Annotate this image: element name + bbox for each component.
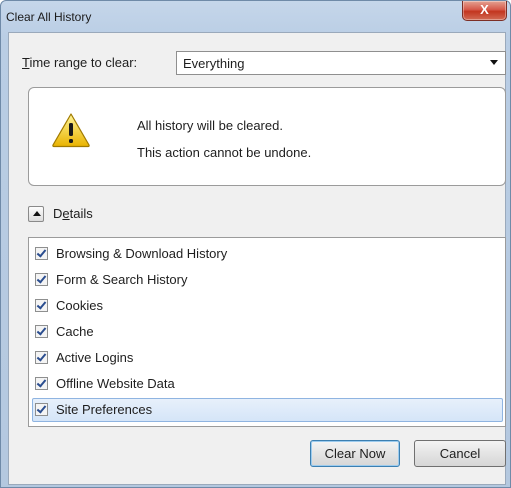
checkbox-form-search-history[interactable] <box>35 273 48 286</box>
list-item-offline-website-data[interactable]: Offline Website Data <box>32 372 503 396</box>
close-button[interactable]: X <box>462 1 507 21</box>
warning-line-1: All history will be cleared. <box>137 118 283 133</box>
list-item-label: Cookies <box>56 298 103 313</box>
warning-line-2: This action cannot be undone. <box>137 145 312 160</box>
time-range-label: Time range to clear: <box>22 55 138 70</box>
details-toggle-button[interactable] <box>28 206 44 222</box>
checkbox-site-preferences[interactable] <box>35 403 48 416</box>
checkbox-offline-website-data[interactable] <box>35 377 48 390</box>
list-item-form-search-history[interactable]: Form & Search History <box>32 268 503 292</box>
list-item-label: Cache <box>56 324 94 339</box>
list-item-site-preferences[interactable]: Site Preferences <box>32 398 503 422</box>
details-label: Details <box>53 206 93 221</box>
cancel-button[interactable]: Cancel <box>414 440 506 467</box>
dropdown-arrow-icon <box>490 60 498 65</box>
checkbox-active-logins[interactable] <box>35 351 48 364</box>
checkbox-cache[interactable] <box>35 325 48 338</box>
dialog-title: Clear All History <box>6 10 92 24</box>
list-item-cache[interactable]: Cache <box>32 320 503 344</box>
warning-panel: All history will be cleared. This action… <box>28 87 506 186</box>
history-items-list: Browsing & Download History Form & Searc… <box>28 237 506 427</box>
title-bar[interactable]: Clear All History X <box>1 1 510 32</box>
checkbox-browsing-download-history[interactable] <box>35 247 48 260</box>
clear-now-button[interactable]: Clear Now <box>310 440 400 467</box>
time-range-value: Everything <box>183 56 245 71</box>
list-item-label: Browsing & Download History <box>56 246 228 261</box>
time-range-select[interactable]: Everything <box>176 51 506 75</box>
list-item-label: Site Preferences <box>56 402 153 417</box>
close-icon: X <box>480 2 489 17</box>
warning-triangle-icon <box>52 113 90 148</box>
list-item-browsing-download-history[interactable]: Browsing & Download History <box>32 242 503 266</box>
list-item-active-logins[interactable]: Active Logins <box>32 346 503 370</box>
list-item-cookies[interactable]: Cookies <box>32 294 503 318</box>
checkbox-cookies[interactable] <box>35 299 48 312</box>
list-item-label: Offline Website Data <box>56 376 175 391</box>
list-item-label: Active Logins <box>56 350 134 365</box>
list-item-label: Form & Search History <box>56 272 188 287</box>
